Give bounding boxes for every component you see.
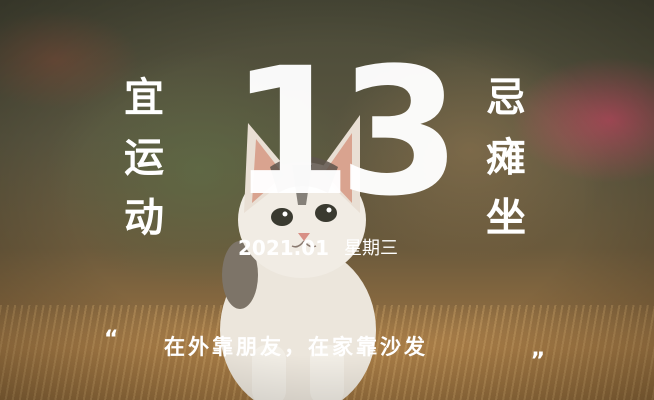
weekday: 星期三	[344, 238, 398, 259]
quote-text: 在外靠朋友，在家靠沙发	[164, 335, 428, 359]
avoid-char-1: 瘫	[486, 135, 526, 181]
year-month: 2021.01	[238, 236, 330, 260]
good-for-char-1: 运	[124, 135, 164, 181]
good-for-char-2: 动	[124, 195, 164, 241]
avoid-column: 忌 瘫 坐	[474, 68, 538, 248]
good-for-label: 宜	[124, 75, 164, 121]
quote-open-mark: “	[104, 327, 119, 352]
good-for-column: 宜 运 动	[112, 68, 176, 248]
day-number: 13	[230, 30, 461, 235]
avoid-char-2: 坐	[486, 195, 526, 241]
calendar-card: 宜 运 动 13 忌 瘫 坐 2021.01 星期三 “ 在外靠朋友，在家靠沙发…	[0, 0, 654, 400]
quote-close-mark: „	[531, 337, 546, 362]
avoid-label: 忌	[486, 75, 526, 121]
